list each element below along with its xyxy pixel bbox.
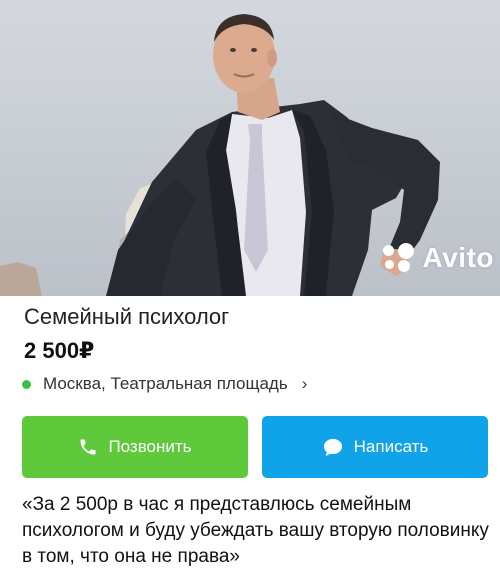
eye-left [230,48,236,52]
eye-right [251,48,257,52]
listing-photo[interactable]: Avito [0,0,500,296]
avito-watermark: Avito [382,242,494,274]
message-button[interactable]: Написать [262,416,488,478]
listing-title: Семейный психолог [24,304,230,329]
listing-details: Семейный психолог 2 500₽ Москва, Театрал… [0,296,500,584]
call-button[interactable]: Позвонить [22,416,248,478]
rock-left [0,262,42,296]
location-text: Москва, Театральная площадь [43,374,288,393]
phone-icon [80,439,96,455]
listing-price: 2 500₽ [24,338,95,363]
call-button-label: Позвонить [108,437,192,456]
message-button-label: Написать [353,437,429,456]
chat-bubble-icon [323,438,342,457]
ear [267,49,277,67]
location-link[interactable]: Москва, Театральная площадь › [22,374,307,394]
avito-wordmark: Avito [422,242,494,273]
listing-quote: «За 2 500р в час я представлюсь семейным… [22,494,489,567]
avito-dots-icon [382,243,417,273]
chevron-right-icon: › [301,374,308,393]
location-dot-icon [22,379,31,389]
